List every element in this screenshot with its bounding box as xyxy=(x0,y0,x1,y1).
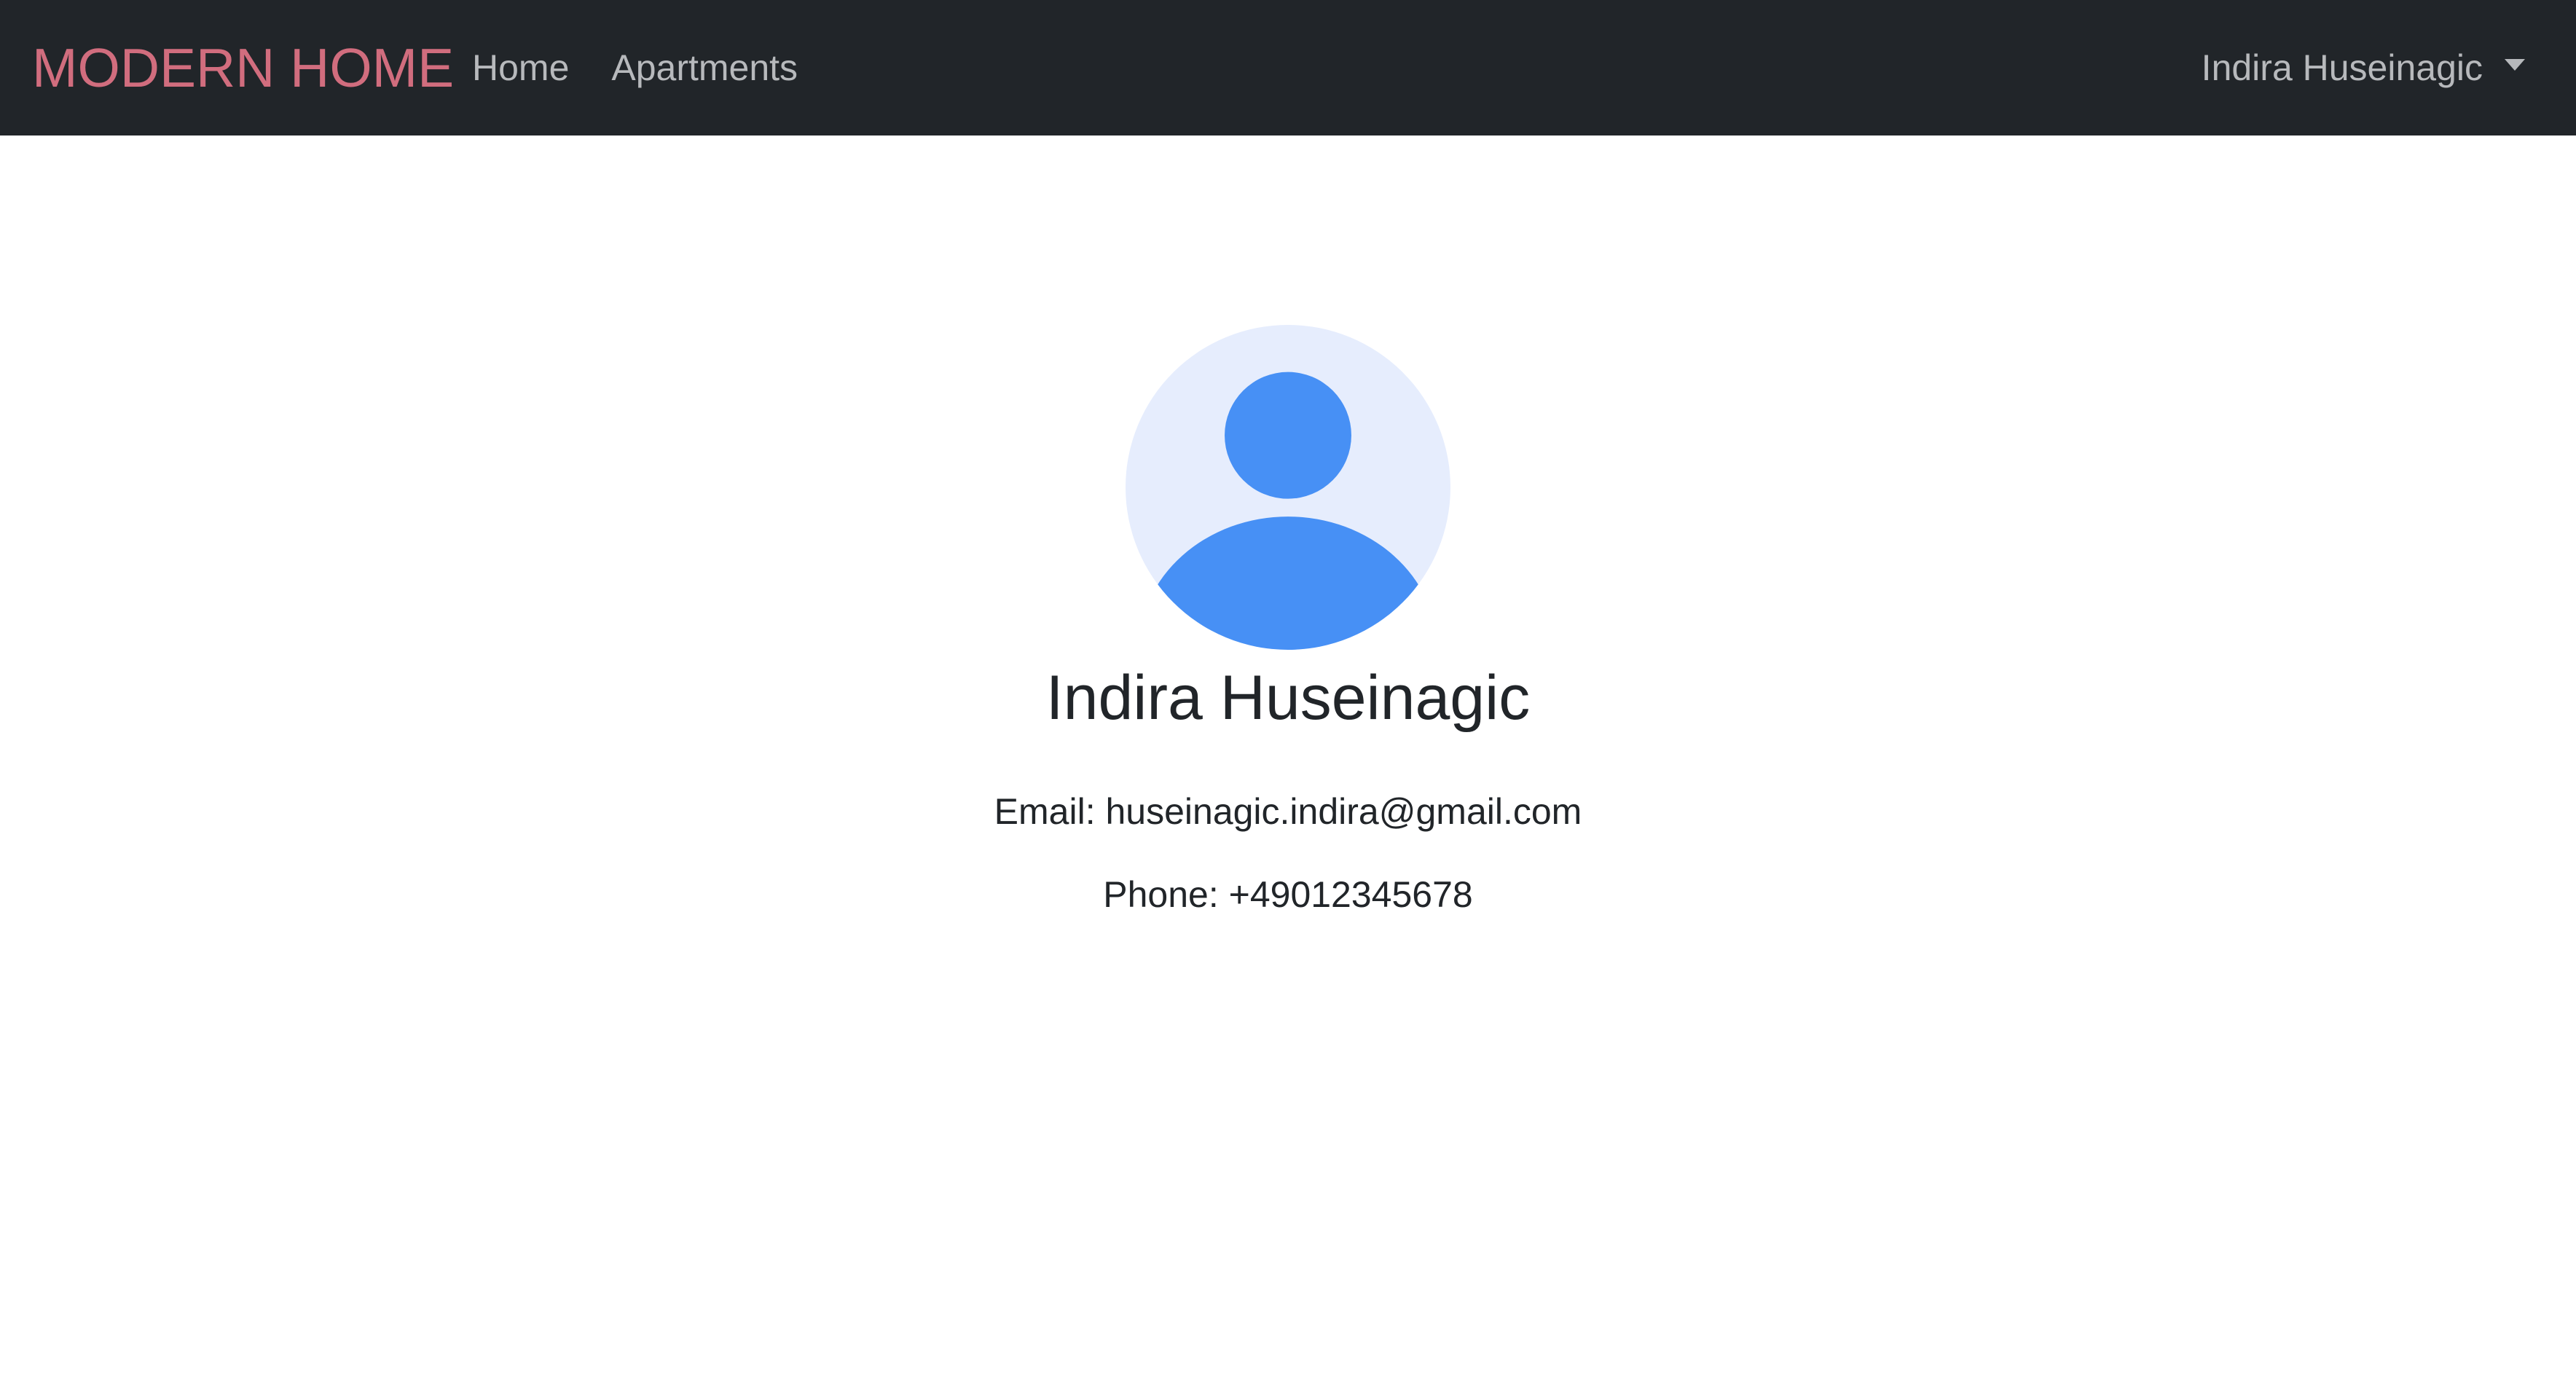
user-menu-label: Indira Huseinagic xyxy=(2201,47,2483,88)
profile-name: Indira Huseinagic xyxy=(1045,663,1531,733)
profile-phone: Phone: +49012345678 xyxy=(1103,874,1473,915)
profile-email: Email: huseinagic.indira@gmail.com xyxy=(994,791,1582,832)
user-menu-dropdown[interactable]: Indira Huseinagic xyxy=(2202,0,2525,135)
chevron-down-icon xyxy=(2505,59,2525,71)
profile-section: Indira Huseinagic Email: huseinagic.indi… xyxy=(0,135,2576,916)
top-navbar: MODERN HOME Home Apartments Indira Husei… xyxy=(0,0,2576,135)
nav-link-home[interactable]: Home xyxy=(472,47,569,89)
nav-link-apartments[interactable]: Apartments xyxy=(611,47,798,89)
user-avatar-icon xyxy=(1126,325,1450,650)
nav-links: Home Apartments xyxy=(472,0,798,135)
brand-logo-link[interactable]: MODERN HOME xyxy=(32,0,454,135)
